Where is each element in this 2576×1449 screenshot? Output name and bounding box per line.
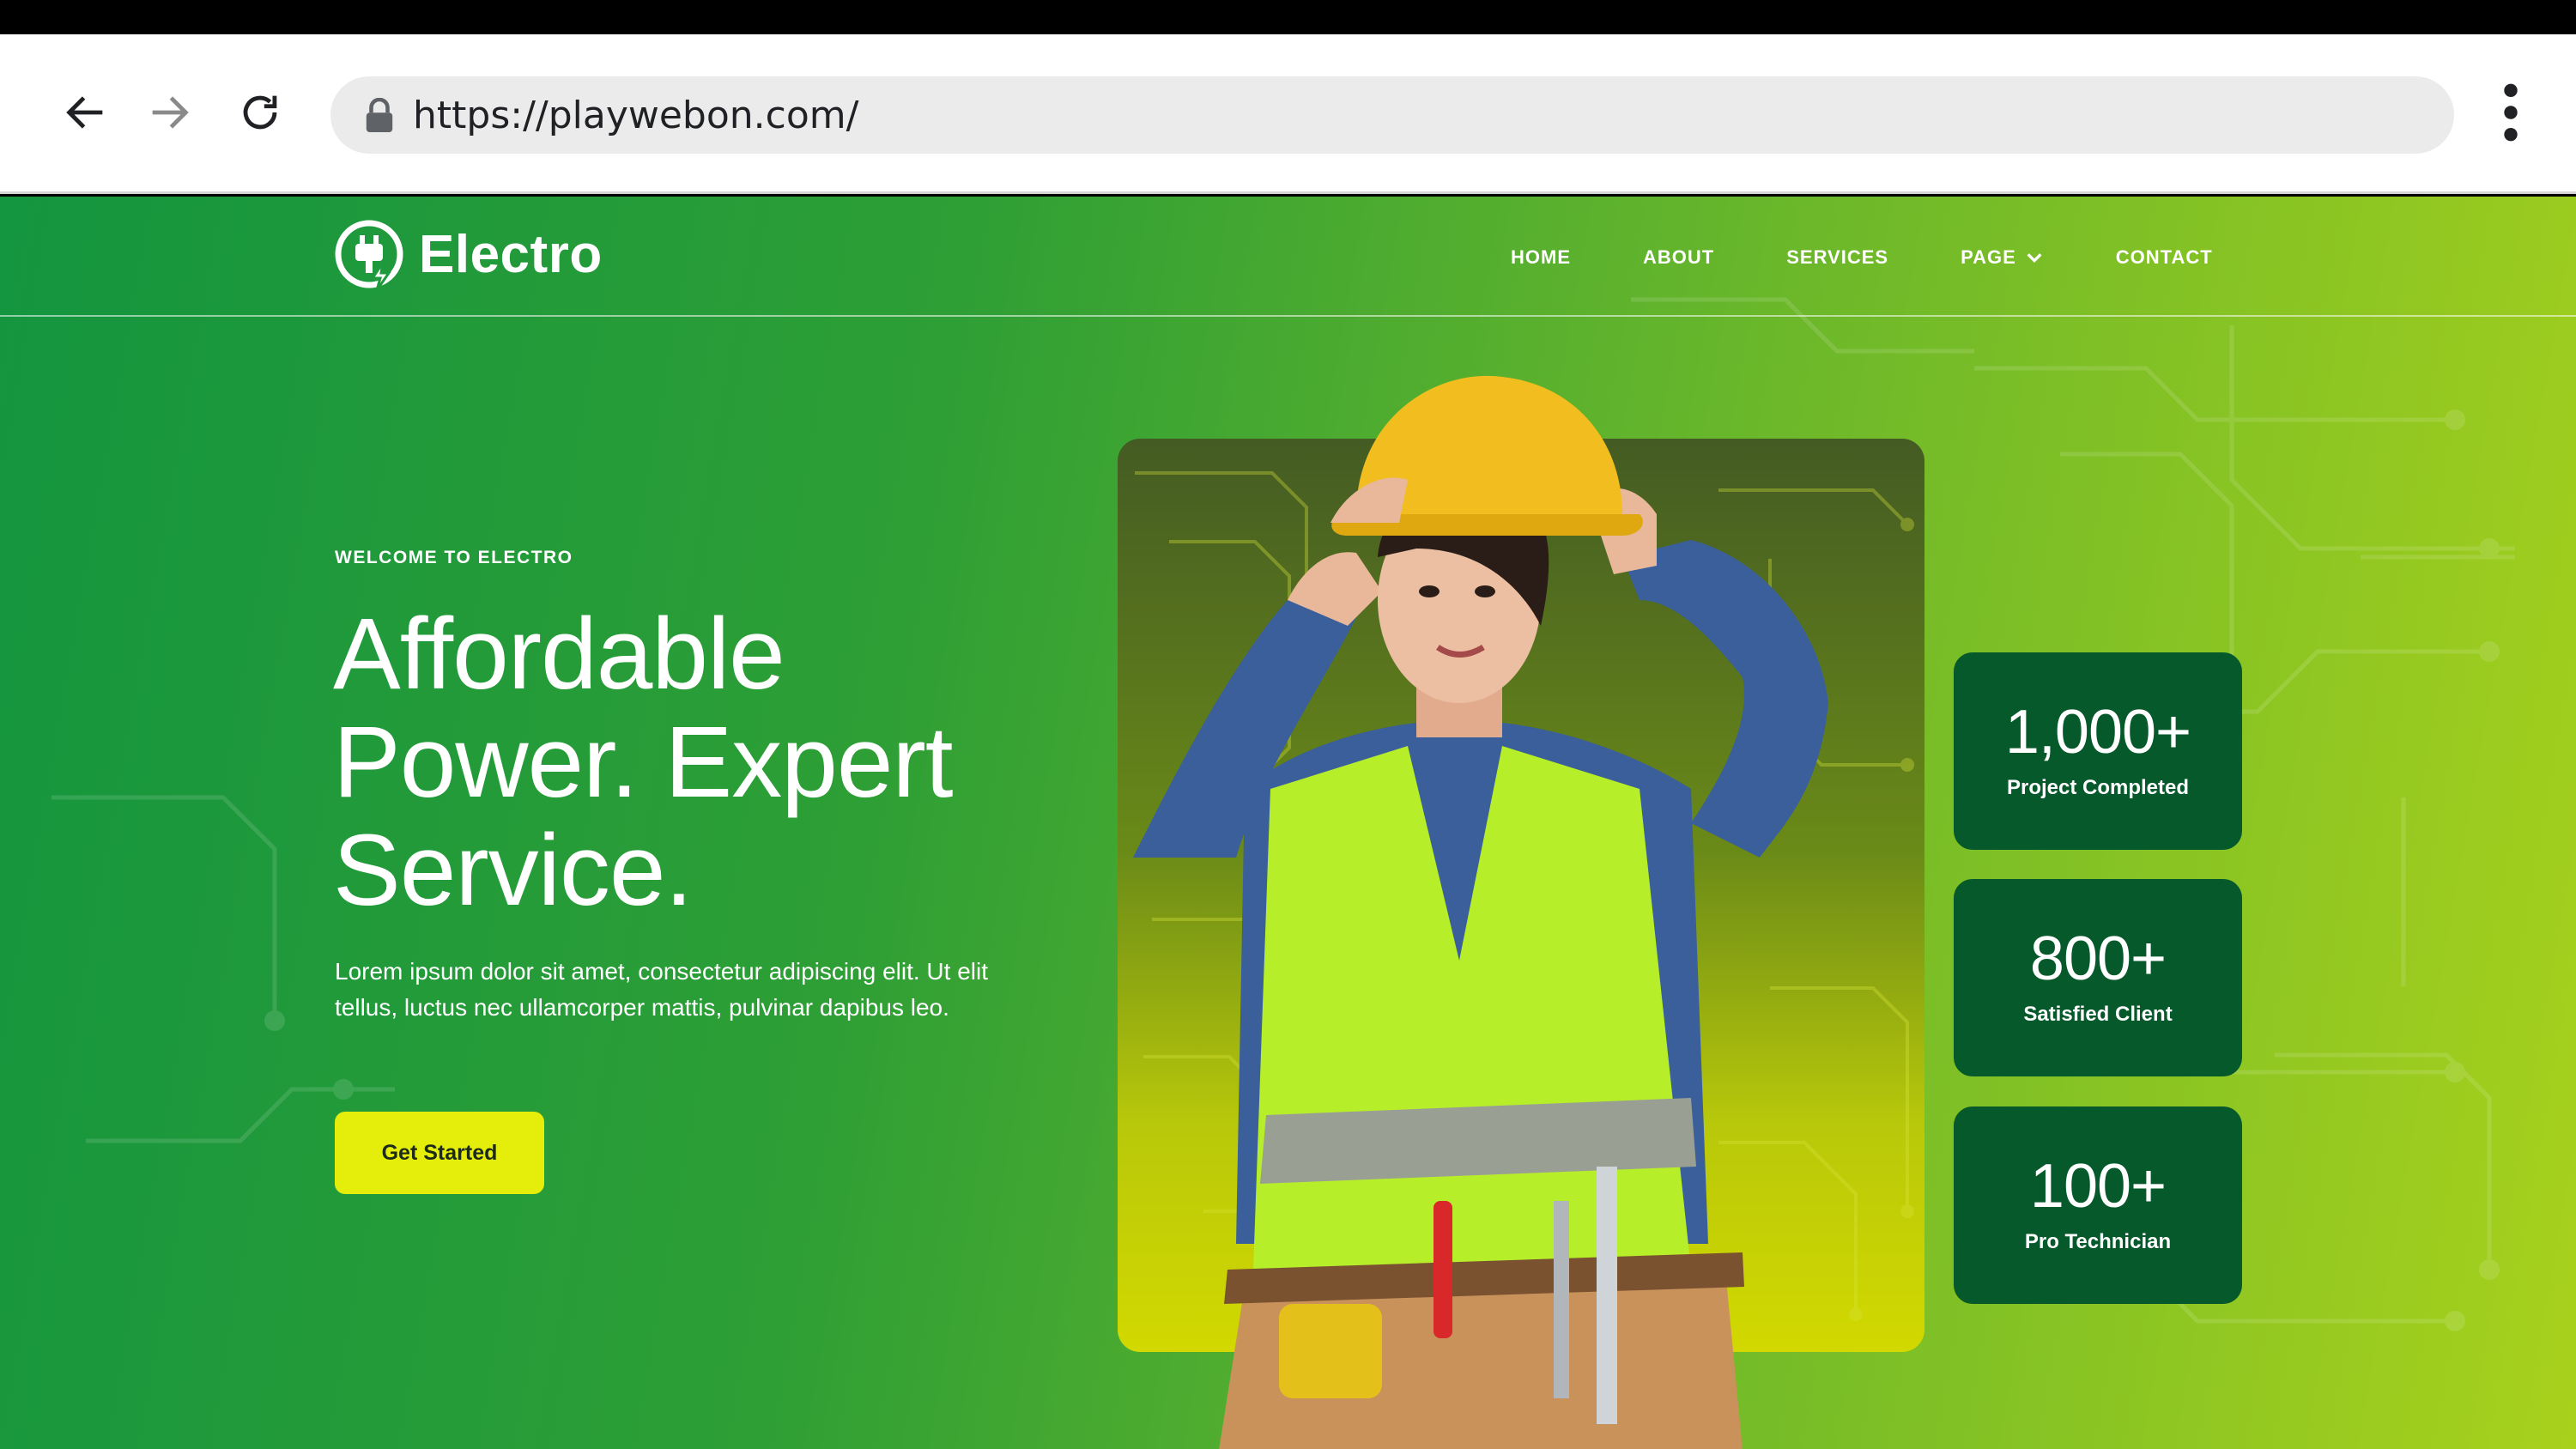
plug-bolt-logo-icon [335,220,403,290]
main-nav: HOME ABOUT SERVICES PAGE CONTACT [1511,246,2285,269]
more-vert-icon[interactable] [2489,82,2532,142]
reload-icon [243,95,277,130]
website-viewport: Electro HOME ABOUT SERVICES PAGE CONTACT… [0,197,2576,1449]
stat-card-technicians: 100+ Pro Technician [1954,1106,2242,1304]
nav-contact[interactable]: CONTACT [2116,246,2213,269]
stat-value: 1,000+ [2004,698,2191,767]
back-arrow-icon [66,96,103,129]
brand-name: Electro [419,224,603,284]
browser-toolbar: https://playwebon.com/ [0,34,2576,194]
forward-arrow-icon [152,96,189,129]
stat-card-projects: 1,000+ Project Completed [1954,652,2242,850]
back-button[interactable] [56,82,116,142]
headline-line-2: Power. Expert [333,706,954,819]
address-bar[interactable]: https://playwebon.com/ [330,76,2454,154]
stat-label: Satisfied Client [2023,1003,2173,1026]
stat-card-clients: 800+ Satisfied Client [1954,879,2242,1076]
get-started-button[interactable]: Get Started [335,1112,544,1194]
nav-home[interactable]: HOME [1511,246,1571,269]
stat-label: Pro Technician [2024,1230,2172,1253]
reload-button[interactable] [230,82,290,142]
headline-line-3: Service. [333,814,693,927]
lock-icon [366,98,393,132]
site-logo[interactable]: Electro [333,215,603,293]
technician-photo [1133,375,1828,1449]
hero-intro-text: Lorem ipsum dolor sit amet, consectetur … [335,958,988,1021]
top-black-strip [0,0,2576,34]
nav-about[interactable]: ABOUT [1643,246,1714,269]
stat-label: Project Completed [2006,776,2190,799]
nav-page-label: PAGE [1961,246,2016,268]
nav-services[interactable]: SERVICES [1786,246,1888,269]
hero-eyebrow: WELCOME TO ELECTRO [335,548,573,567]
stat-value: 100+ [2029,1152,2167,1221]
stat-value: 800+ [2029,925,2167,993]
url-text: https://playwebon.com/ [413,94,859,137]
hero-headline: Affordable Power. Expert Service. [333,600,1106,925]
headline-line-1: Affordable [333,597,785,711]
site-header: Electro HOME ABOUT SERVICES PAGE CONTACT [0,197,2576,317]
forward-button[interactable] [139,82,199,142]
nav-page[interactable]: PAGE [1961,246,2044,269]
chevron-down-icon [2027,253,2042,264]
